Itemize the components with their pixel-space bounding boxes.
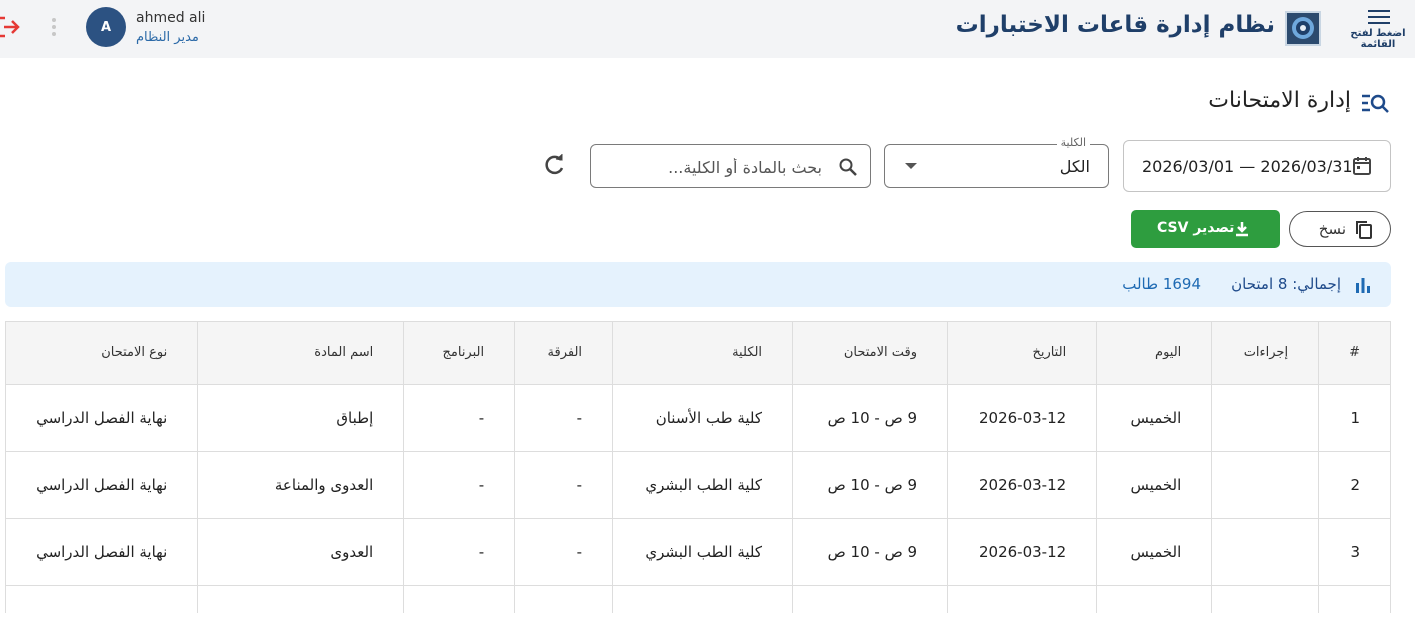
avatar[interactable]: A bbox=[86, 7, 126, 47]
table-cell: العدوى والمناعة bbox=[197, 451, 404, 519]
copy-icon bbox=[1354, 220, 1374, 240]
manage-search-icon bbox=[1360, 92, 1390, 114]
table-cell bbox=[1096, 585, 1212, 613]
table-cell: 9 ص - 10 ص bbox=[792, 451, 948, 519]
export-csv-label: تصدير CSV bbox=[1157, 220, 1235, 236]
table-cell bbox=[1318, 585, 1390, 613]
page-title: إدارة الامتحانات bbox=[1208, 88, 1351, 113]
faculty-select-label: الكلية bbox=[1056, 136, 1090, 149]
table-cell: كلية الطب البشري bbox=[612, 518, 793, 586]
faculty-select[interactable]: الكلية الكل bbox=[884, 136, 1109, 188]
top-bar: A ahmed ali مدير النظام نظام إدارة قاعات… bbox=[0, 0, 1415, 58]
menu-label: اضغط لفتح القائمة bbox=[1350, 28, 1406, 50]
column-header[interactable]: وقت الامتحان bbox=[792, 322, 948, 385]
table-cell: 2026-03-12 bbox=[947, 518, 1097, 586]
table-cell bbox=[612, 585, 793, 613]
faculty-select-value: الكل bbox=[1059, 157, 1090, 176]
table-cell: كلية طب الأسنان bbox=[612, 384, 793, 452]
table-cell: 3 bbox=[1318, 518, 1390, 586]
table-cell: 2026-03-12 bbox=[947, 384, 1097, 452]
download-icon bbox=[1233, 220, 1251, 238]
logout-icon[interactable] bbox=[0, 14, 22, 40]
column-header[interactable]: الكلية bbox=[612, 322, 793, 385]
export-csv-button[interactable]: تصدير CSV bbox=[1131, 210, 1280, 248]
column-header[interactable]: إجراءات bbox=[1211, 322, 1319, 385]
date-range-field[interactable]: 2026/03/01 — 2026/03/31 bbox=[1123, 140, 1391, 192]
copy-button-label: نسخ bbox=[1318, 220, 1346, 238]
table-cell: كلية الطب البشري bbox=[612, 451, 793, 519]
table-cell-actions[interactable] bbox=[1211, 585, 1319, 613]
app-title: نظام إدارة قاعات الاختبارات bbox=[955, 12, 1275, 38]
table-cell: - bbox=[403, 384, 515, 452]
table-cell: الخميس bbox=[1096, 384, 1212, 452]
table-cell: نهاية الفصل الدراسي bbox=[5, 384, 198, 452]
summary-bar: إجمالي: 8 امتحان 1694 طالب bbox=[5, 262, 1391, 307]
table-cell: - bbox=[403, 451, 515, 519]
table-cell-actions[interactable] bbox=[1211, 451, 1319, 519]
table-cell: 9 ص - 10 ص bbox=[792, 384, 948, 452]
table-cell: 2 bbox=[1318, 451, 1390, 519]
table-cell: 2026-03-12 bbox=[947, 451, 1097, 519]
table-cell: نهاية الفصل الدراسي bbox=[5, 518, 198, 586]
refresh-icon[interactable] bbox=[541, 152, 567, 178]
table-row[interactable]: 3 الخميس 2026-03-12 9 ص - 10 ص كلية الطب… bbox=[5, 518, 1390, 586]
table-cell bbox=[403, 585, 515, 613]
table-cell: العدوى bbox=[197, 518, 404, 586]
app-logo bbox=[1285, 11, 1321, 46]
table-cell: إطباق bbox=[197, 384, 404, 452]
user-name: ahmed ali bbox=[136, 10, 206, 26]
column-header[interactable]: # bbox=[1318, 322, 1390, 385]
calendar-icon bbox=[1351, 155, 1373, 177]
table-cell: - bbox=[514, 451, 613, 519]
table-row[interactable]: 2 الخميس 2026-03-12 9 ص - 10 ص كلية الطب… bbox=[5, 451, 1390, 519]
search-icon bbox=[838, 157, 858, 177]
summary-students: 1694 طالب bbox=[1122, 275, 1201, 293]
table-cell: نهاية الفصل الدراسي bbox=[5, 451, 198, 519]
column-header[interactable]: اليوم bbox=[1096, 322, 1212, 385]
more-vert-icon[interactable] bbox=[48, 15, 60, 41]
table-cell-actions[interactable] bbox=[1211, 384, 1319, 452]
chevron-down-icon bbox=[905, 163, 917, 169]
table-row[interactable]: 1 الخميس 2026-03-12 9 ص - 10 ص كلية طب ا… bbox=[5, 384, 1390, 452]
table-cell: الخميس bbox=[1096, 518, 1212, 586]
column-header[interactable]: نوع الامتحان bbox=[5, 322, 198, 385]
exams-table-container[interactable]: # إجراءات اليوم التاريخ وقت الامتحان الك… bbox=[5, 321, 1391, 613]
table-cell bbox=[514, 585, 613, 613]
bar-chart-icon bbox=[1354, 276, 1372, 294]
table-cell bbox=[792, 585, 948, 613]
table-cell: الخميس bbox=[1096, 451, 1212, 519]
column-header[interactable]: التاريخ bbox=[947, 322, 1097, 385]
table-cell: - bbox=[514, 384, 613, 452]
table-cell bbox=[197, 585, 404, 613]
table-cell: - bbox=[403, 518, 515, 586]
search-input[interactable] bbox=[622, 155, 822, 179]
menu-button[interactable]: اضغط لفتح القائمة bbox=[1348, 6, 1408, 54]
summary-total: إجمالي: 8 امتحان bbox=[1231, 275, 1341, 293]
date-range-value: 2026/03/01 — 2026/03/31 bbox=[1142, 157, 1353, 176]
search-field bbox=[590, 144, 871, 188]
column-header[interactable]: البرنامج bbox=[403, 322, 515, 385]
table-cell bbox=[5, 585, 198, 613]
table-cell-actions[interactable] bbox=[1211, 518, 1319, 586]
copy-button[interactable]: نسخ bbox=[1289, 211, 1391, 247]
table-cell: 1 bbox=[1318, 384, 1390, 452]
column-header[interactable]: الفرقة bbox=[514, 322, 613, 385]
table-cell: - bbox=[514, 518, 613, 586]
table-row[interactable] bbox=[5, 585, 1390, 613]
hamburger-icon bbox=[1368, 10, 1390, 26]
column-header[interactable]: اسم المادة bbox=[197, 322, 404, 385]
user-role: مدير النظام bbox=[136, 30, 199, 45]
table-cell: 9 ص - 10 ص bbox=[792, 518, 948, 586]
exams-table: # إجراءات اليوم التاريخ وقت الامتحان الك… bbox=[5, 322, 1390, 613]
table-header-row: # إجراءات اليوم التاريخ وقت الامتحان الك… bbox=[5, 322, 1390, 385]
table-cell bbox=[947, 585, 1097, 613]
